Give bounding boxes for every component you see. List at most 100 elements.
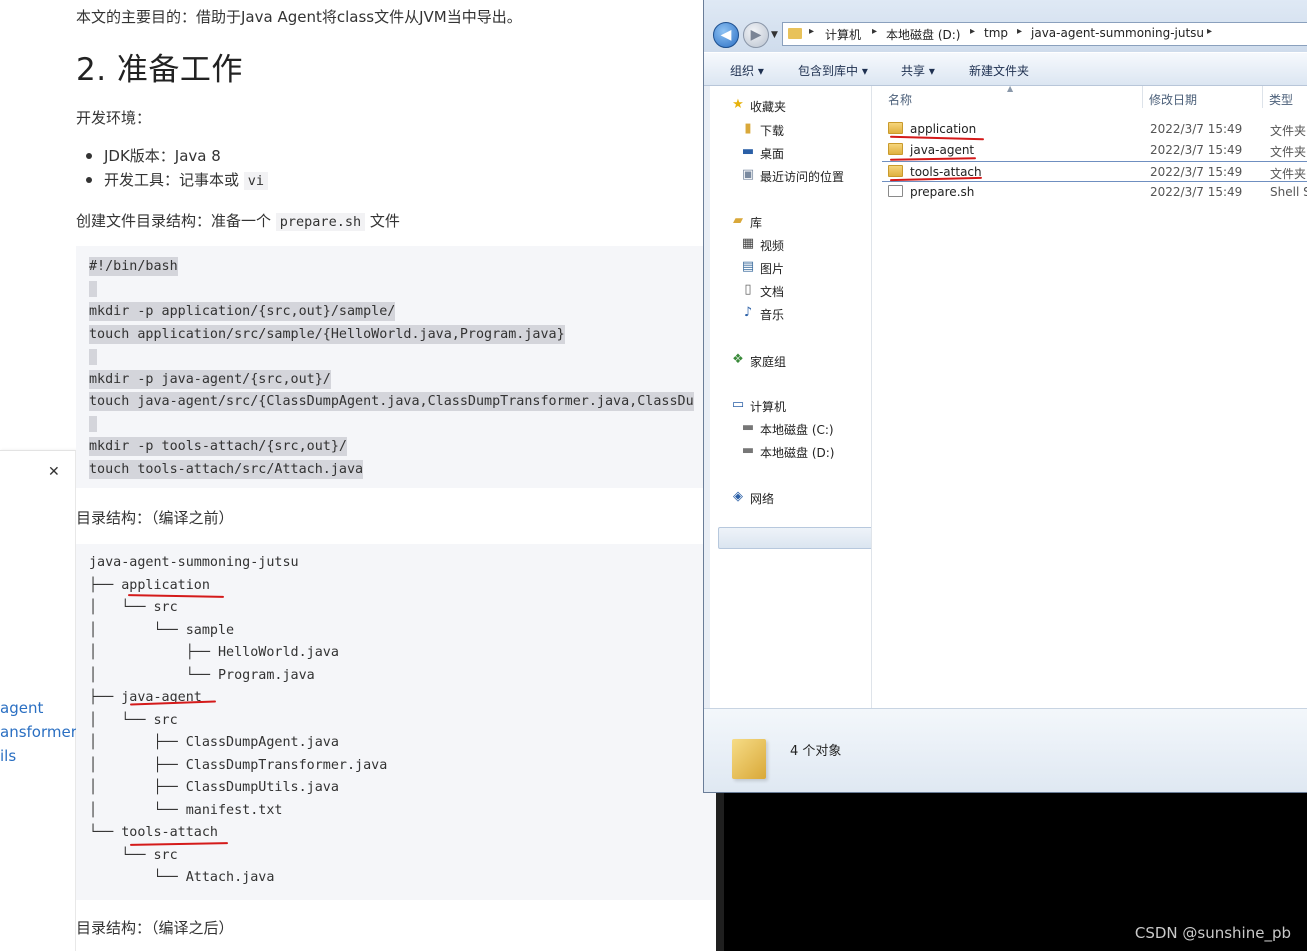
nav-label: 音乐 <box>760 308 785 322</box>
toc-item-utils[interactable]: ils <box>0 747 76 765</box>
nav-label: 本地磁盘 (D:) <box>760 446 835 460</box>
item-count: 4 个对象 <box>790 744 842 759</box>
file-list-pane: ▲ 名称 修改日期 类型 application 2022/3/7 15:49 … <box>872 84 1307 708</box>
include-in-library-button[interactable]: 包含到库中 ▾ <box>798 62 868 79</box>
nav-label: 计算机 <box>750 400 787 414</box>
file-type: 文件夹 <box>1270 124 1307 138</box>
toc-item-agent[interactable]: agent <box>0 699 76 717</box>
chevron-right-icon[interactable]: ▸ <box>970 26 975 37</box>
drive-icon: ▬ <box>741 420 755 435</box>
nav-label: 桌面 <box>760 147 785 161</box>
file-date: 2022/3/7 15:49 <box>1150 165 1243 179</box>
create-text: 文件 <box>369 212 400 230</box>
close-icon[interactable]: ✕ <box>48 464 60 480</box>
nav-label: 收藏夹 <box>750 100 787 114</box>
file-icon <box>888 185 903 197</box>
recent-places-icon: ▣ <box>741 167 755 182</box>
after-label: 目录结构：（编译之后） <box>76 919 234 937</box>
column-header-name[interactable]: 名称 <box>888 91 912 108</box>
code-line: #!/bin/bash <box>89 257 178 276</box>
tree-line: │ └── sample <box>89 623 235 638</box>
chevron-right-icon[interactable]: ▸ <box>872 26 877 37</box>
annotation-underline <box>129 842 229 846</box>
breadcrumb-current[interactable]: java-agent-summoning-jutsu <box>1031 26 1204 40</box>
env-list: JDK版本：Java 8 开发工具：记事本或 vi <box>85 145 269 193</box>
nav-label: 最近访问的位置 <box>760 170 845 184</box>
column-header-type[interactable]: 类型 <box>1269 91 1293 108</box>
nav-label: 文档 <box>760 285 785 299</box>
tree-line: │ ├── ClassDumpUtils.java <box>89 780 339 795</box>
toc-item-label: ansformer <box>0 723 76 741</box>
column-divider[interactable] <box>1262 86 1263 108</box>
file-type: Shell S <box>1270 185 1307 199</box>
tree-line: └── Attach.java <box>89 870 275 885</box>
window-edge <box>716 793 724 951</box>
file-explorer-window: ◀ ▶ ▼ ▸ 计算机 ▸ 本地磁盘 (D:) ▸ tmp ▸ java-age… <box>703 0 1307 793</box>
share-button[interactable]: 共享 ▾ <box>901 62 935 79</box>
code-line: touch tools-attach/src/Attach.java <box>89 460 364 479</box>
tree-line: └── tools-attach <box>89 825 218 840</box>
article-content: 本文的主要目的：借助于Java Agent将class文件从JVM当中导出。 2… <box>76 0 716 951</box>
folder-icon <box>732 739 766 779</box>
column-divider[interactable] <box>1142 86 1143 108</box>
breadcrumb-drive-d[interactable]: 本地磁盘 (D:) <box>886 26 960 43</box>
code-block-tree[interactable]: java-agent-summoning-jutsu ├── applicati… <box>76 544 716 900</box>
inline-code: vi <box>243 172 269 190</box>
nav-label: 家庭组 <box>750 355 787 369</box>
library-icon: ▰ <box>733 213 743 228</box>
breadcrumb-tmp[interactable]: tmp <box>984 26 1008 40</box>
address-bar[interactable]: ▸ 计算机 ▸ 本地磁盘 (D:) ▸ tmp ▸ java-agent-sum… <box>782 22 1307 46</box>
env-item-tool: 开发工具：记事本或 vi <box>85 169 269 193</box>
chevron-right-icon[interactable]: ▸ <box>1017 26 1022 37</box>
command-toolbar: 组织 ▾ 包含到库中 ▾ 共享 ▾ 新建文件夹 <box>704 52 1307 86</box>
file-name: java-agent <box>910 143 975 157</box>
organize-button[interactable]: 组织 ▾ <box>730 62 764 79</box>
chevron-right-icon[interactable]: ▸ <box>1207 26 1212 37</box>
tree-line: │ ├── ClassDumpAgent.java <box>89 735 339 750</box>
toc-sidebar: ✕ agent ansformer ils <box>0 450 76 951</box>
env-item-text: 开发工具：记事本或 <box>104 171 240 189</box>
env-item-text: JDK版本：Java 8 <box>104 147 221 165</box>
star-icon: ★ <box>732 97 744 112</box>
create-text: 创建文件目录结构：准备一个 <box>76 212 272 230</box>
file-name: application <box>910 122 977 136</box>
file-row-prepare-sh[interactable]: prepare.sh 2022/3/7 15:49 Shell S <box>882 182 1307 203</box>
column-header-date[interactable]: 修改日期 <box>1149 91 1197 108</box>
nav-label: 网络 <box>750 492 775 506</box>
tree-line: │ └── src <box>89 713 178 728</box>
chevron-right-icon[interactable]: ▸ <box>809 26 814 37</box>
tree-line: java-agent-summoning-jutsu <box>89 555 299 570</box>
picture-icon: ▤ <box>741 259 755 274</box>
code-blank-line <box>89 416 97 432</box>
annotation-underline <box>127 594 225 598</box>
forward-arrow-icon[interactable]: ▶ <box>743 22 769 48</box>
folder-icon <box>888 165 903 177</box>
navigation-pane: ★ 收藏夹 ▮ 下载 ▬ 桌面 ▣ 最近访问的位置 ▰ 库 ▦ 视频 ▤ 图片 ▯ 文档 ♪ 音乐… <box>710 86 875 708</box>
video-icon: ▦ <box>741 236 755 251</box>
nav-label: 本地磁盘 (C:) <box>760 423 834 437</box>
tree-line: │ └── Program.java <box>89 668 315 683</box>
network-icon: ◈ <box>733 489 743 504</box>
back-arrow-icon[interactable]: ◀ <box>713 22 739 48</box>
code-line: mkdir -p java-agent/{src,out}/ <box>89 370 331 389</box>
watermark: CSDN @sunshine_pb <box>1134 924 1291 942</box>
new-folder-button[interactable]: 新建文件夹 <box>969 62 1029 79</box>
history-dropdown-icon[interactable]: ▼ <box>771 30 778 40</box>
file-date: 2022/3/7 15:49 <box>1150 143 1243 157</box>
file-type: 文件夹 <box>1270 167 1307 181</box>
nav-label: 库 <box>750 216 763 230</box>
nav-label: 视频 <box>760 239 785 253</box>
tree-line: └── src <box>89 848 178 863</box>
breadcrumb-computer[interactable]: 计算机 <box>825 26 861 43</box>
code-blank-line <box>89 349 97 365</box>
code-line: touch application/src/sample/{HelloWorld… <box>89 325 565 344</box>
music-note-icon: ♪ <box>743 305 753 320</box>
create-paragraph: 创建文件目录结构：准备一个 prepare.sh 文件 <box>76 210 400 231</box>
toc-item-transformer[interactable]: ansformer <box>0 723 76 741</box>
file-date: 2022/3/7 15:49 <box>1150 185 1243 199</box>
download-folder-icon: ▮ <box>744 121 752 136</box>
document-icon: ▯ <box>744 282 752 297</box>
toc-item-label: agent <box>0 699 44 717</box>
code-block-prepare[interactable]: #!/bin/bash mkdir -p application/{src,ou… <box>76 246 716 488</box>
code-line: mkdir -p application/{src,out}/sample/ <box>89 302 396 321</box>
